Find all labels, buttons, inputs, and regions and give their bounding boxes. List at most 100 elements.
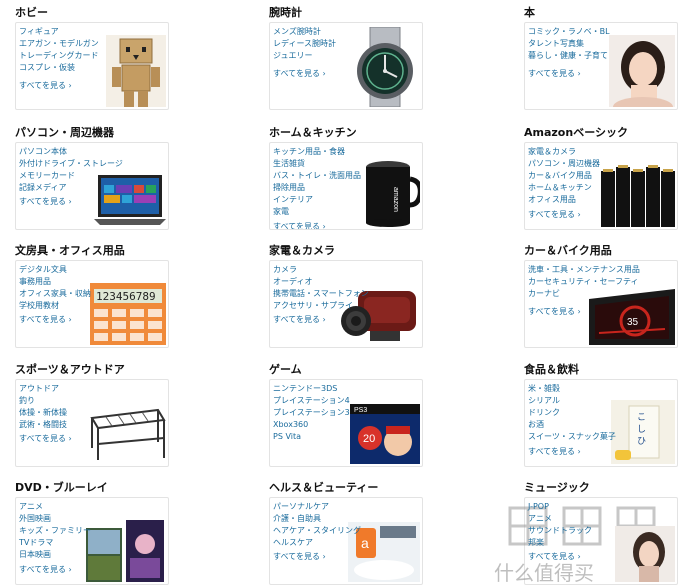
category-link[interactable]: コミック・ラノベ・BL [528,26,610,38]
category-card[interactable]: アウトドア 釣り 体操・新体操 武術・格闘技 すべてを見る › [15,379,169,467]
wristwatch-image[interactable] [350,27,420,107]
category-link[interactable]: 介護・自助具 [273,513,361,525]
category-link[interactable]: Xbox360 [273,419,350,431]
see-all-link[interactable]: すべてを見る › [273,221,326,229]
category-link[interactable]: 生活雑貨 [273,158,361,170]
cd-cover-image[interactable] [615,526,675,582]
category-link[interactable]: 携帯電話・スマートフォン [273,288,369,300]
category-link[interactable]: ドリンク [528,407,616,419]
category-link[interactable]: キッチン用品・食器 [273,146,361,158]
bbq-grill-image[interactable] [88,398,166,464]
category-title[interactable]: ミュージック [524,479,590,495]
category-link[interactable]: レディース腕時計 [273,38,336,50]
category-link[interactable]: 日本映画 [19,549,91,561]
category-card[interactable]: ニンテンドー3DS プレイステーション4 プレイステーション3 Xbox360 … [269,379,423,467]
category-link[interactable]: 体操・新体操 [19,407,67,419]
category-title[interactable]: 家電＆カメラ [269,242,335,258]
category-title[interactable]: カー＆バイク用品 [524,242,612,258]
see-all-link[interactable]: すべてを見る › [273,314,326,325]
see-all-link[interactable]: すべてを見る › [19,196,72,207]
amazon-batteries-image[interactable] [599,163,675,227]
category-link[interactable]: 外国映画 [19,513,91,525]
category-link[interactable]: シリアル [528,395,616,407]
see-all-link[interactable]: すべてを見る › [19,433,72,444]
category-link[interactable]: スイーツ・スナック菓子 [528,431,616,443]
category-link[interactable]: プレイステーション3 [273,407,350,419]
category-title[interactable]: ゲーム [269,361,302,377]
category-link[interactable]: プレイステーション4 [273,395,350,407]
category-title[interactable]: スポーツ＆アウトドア [15,361,125,377]
portrait-photo-image[interactable] [609,35,675,107]
category-link[interactable]: バス・トイレ・洗面用品 [273,170,361,182]
category-card[interactable]: パソコン本体 外付けドライブ・ストレージ メモリーカード 記録メディア すべてを… [15,142,169,230]
category-title[interactable]: 腕時計 [269,4,302,20]
category-link[interactable]: コスプレ・仮装 [19,62,99,74]
category-link[interactable]: ヘアケア・スタイリング [273,525,361,537]
see-all-link[interactable]: すべてを見る › [273,68,326,79]
category-link[interactable]: アクセサリ・サプライ [273,300,369,312]
category-link[interactable]: パーソナルケア [273,501,361,513]
category-link[interactable]: ヘルスケア [273,537,361,549]
category-title[interactable]: 文房具・オフィス用品 [15,242,125,258]
category-card[interactable]: 家電＆カメラ パソコン・周辺機器 カー＆バイク用品 ホーム＆キッチン オフィス用… [524,142,678,230]
category-link[interactable]: 洗車・工具・メンテナンス用品 [528,264,640,276]
category-link[interactable]: アニメ [528,513,592,525]
see-all-link[interactable]: すべてを見る › [528,446,581,457]
category-link[interactable]: パソコン本体 [19,146,123,158]
category-link[interactable]: TVドラマ [19,537,91,549]
category-link[interactable]: 米・雑穀 [528,383,616,395]
category-card[interactable]: 洗車・工具・メンテナンス用品 カーセキュリティ・セーフティ カーナビ すべてを見… [524,260,678,348]
category-link[interactable]: オフィス家具・収納 [19,288,91,300]
category-link[interactable]: オフィス用品 [528,194,600,206]
category-title[interactable]: Amazonベーシック [524,124,628,140]
category-title[interactable]: ホビー [15,4,48,20]
category-link[interactable]: カーナビ [528,288,640,300]
category-link[interactable]: パソコン・周辺機器 [528,158,600,170]
category-link[interactable]: カーセキュリティ・セーフティ [528,276,640,288]
category-card[interactable]: メンズ腕時計 レディース腕時計 ジュエリー すべてを見る › [269,22,423,110]
category-title[interactable]: ホーム＆キッチン [269,124,357,140]
category-title[interactable]: DVD・ブルーレイ [15,479,108,495]
category-card[interactable]: フィギュア エアガン・モデルガン トレーディングカード コスプレ・仮装 すべてを… [15,22,169,110]
category-link[interactable]: 学校用教材 [19,300,91,312]
category-link[interactable]: PS Vita [273,431,350,443]
calculator-image[interactable]: 123456789 [90,283,166,345]
category-title[interactable]: 本 [524,4,535,20]
category-link[interactable]: カメラ [273,264,369,276]
category-link[interactable]: J-POP [528,501,592,513]
category-link[interactable]: お酒 [528,419,616,431]
category-link[interactable]: メモリーカード [19,170,123,182]
category-link[interactable]: 暮らし・健康・子育て [528,50,610,62]
category-link[interactable]: フィギュア [19,26,99,38]
category-link[interactable]: メンズ腕時計 [273,26,336,38]
category-link[interactable]: タレント写真集 [528,38,610,50]
category-link[interactable]: エアガン・モデルガン [19,38,99,50]
see-all-link[interactable]: すべてを見る › [19,564,72,575]
category-card[interactable]: 米・雑穀 シリアル ドリンク お酒 スイーツ・スナック菓子 すべてを見る › こ… [524,379,678,467]
category-card[interactable]: パーソナルケア 介護・自助具 ヘアケア・スタイリング ヘルスケア すべてを見る … [269,497,423,585]
category-title[interactable]: 食品＆飲料 [524,361,579,377]
category-card[interactable]: コミック・ラノベ・BL タレント写真集 暮らし・健康・子育て すべてを見る › [524,22,678,110]
category-card[interactable]: キッチン用品・食器 生活雑貨 バス・トイレ・洗面用品 掃除用品 インテリア 家電… [269,142,423,230]
rice-bag-image[interactable]: こ し ひ [611,400,675,464]
category-link[interactable]: デジタル文具 [19,264,91,276]
category-card[interactable]: デジタル文具 事務用品 オフィス家具・収納 学校用教材 すべてを見る › 123… [15,260,169,348]
see-all-link[interactable]: すべてを見る › [528,209,581,220]
amazon-mug-image[interactable]: amazon [360,157,420,227]
category-title[interactable]: パソコン・周辺機器 [15,124,114,140]
see-all-link[interactable]: すべてを見る › [19,314,72,325]
dvd-boxes-image[interactable] [86,520,166,582]
cardboard-robot-figure-image[interactable] [106,35,166,107]
category-link[interactable]: アニメ [19,501,91,513]
see-all-link[interactable]: すべてを見る › [528,306,581,317]
category-link[interactable]: インテリア [273,194,361,206]
category-link[interactable]: ホーム＆キッチン [528,182,600,194]
category-link[interactable]: サウンドトラック [528,525,592,537]
category-link[interactable]: 家電 [273,206,361,218]
category-link[interactable]: ジュエリー [273,50,336,62]
category-link[interactable]: 掃除用品 [273,182,361,194]
category-card[interactable]: カメラ オーディオ 携帯電話・スマートフォン アクセサリ・サプライ すべてを見る… [269,260,423,348]
category-link[interactable]: 邦楽 [528,537,592,549]
category-card[interactable]: アニメ 外国映画 キッズ・ファミリー TVドラマ 日本映画 すべてを見る › [15,497,169,585]
category-link[interactable]: アウトドア [19,383,67,395]
